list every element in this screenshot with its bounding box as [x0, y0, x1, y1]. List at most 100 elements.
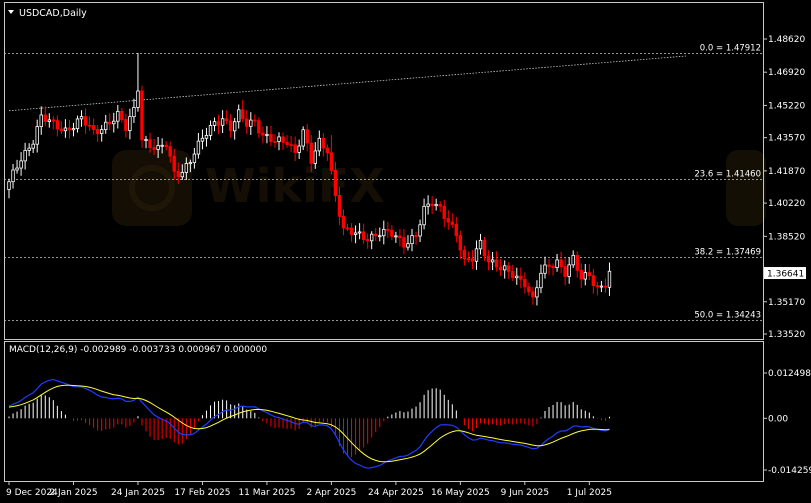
candle: [128, 108, 132, 140]
candle-body: [357, 231, 362, 234]
candle: [192, 148, 197, 169]
candle-body: [374, 233, 378, 237]
macd-panel-frame: [4, 341, 764, 482]
candle: [555, 253, 559, 272]
candle: [591, 268, 596, 294]
candle: [434, 198, 438, 211]
candle: [79, 110, 84, 127]
candle: [374, 228, 378, 241]
candle: [382, 220, 386, 245]
candle: [390, 225, 394, 241]
candle: [204, 127, 209, 147]
candle-body: [378, 235, 382, 238]
candle: [369, 231, 374, 250]
candle-body: [15, 167, 19, 171]
candle-body: [478, 239, 483, 250]
dropdown-triangle-icon[interactable]: [8, 10, 14, 14]
candle-body: [293, 144, 297, 153]
chart-canvas: WikiFX 0.0 = 1.47912 23.6 = 1.41460 38.2 =…: [4, 2, 811, 498]
candle-body: [128, 116, 132, 131]
candle: [31, 140, 35, 154]
candle: [349, 223, 354, 242]
candle: [527, 282, 531, 296]
candle: [599, 280, 604, 293]
candle: [361, 223, 366, 244]
candle: [132, 98, 136, 123]
candle-body: [192, 153, 197, 164]
candle: [19, 152, 23, 176]
macd-title: MACD(12,26,9) -0.002989 -0.003733 0.0009…: [9, 345, 267, 355]
time-axis[interactable]: 9 Dec 20242 Jan 2025 24 Jan 2025 17 Feb 20…: [6, 481, 612, 498]
candle: [241, 99, 245, 123]
candle-body: [386, 228, 390, 231]
price-tick-label: 1.41870: [768, 167, 805, 177]
candle-body: [369, 233, 374, 242]
candle-body: [164, 144, 168, 147]
trendline[interactable]: [8, 55, 687, 112]
watermark: WikiFX: [112, 150, 766, 226]
macd-tick-label: 0.012498: [768, 369, 811, 379]
candle-body: [212, 121, 217, 126]
time-tick-label: 1 Jul 2025: [567, 488, 612, 498]
symbol-title[interactable]: USDCAD,Daily: [19, 8, 87, 19]
candle-body: [454, 223, 459, 236]
candle: [293, 136, 297, 162]
candle-body: [547, 264, 551, 267]
candle-body: [116, 110, 120, 122]
macd-plot-area: [8, 378, 610, 469]
candle-body: [245, 118, 249, 127]
candle: [11, 163, 15, 189]
candle: [543, 256, 547, 279]
candle: [345, 223, 350, 232]
candle: [220, 110, 225, 133]
candle: [406, 235, 410, 251]
candle-body: [99, 129, 104, 134]
candle: [458, 230, 463, 259]
candle-body: [188, 162, 193, 165]
candle: [438, 201, 442, 213]
candle-body: [261, 132, 265, 136]
candle: [454, 217, 459, 243]
price-tick-label: 1.46920: [768, 68, 805, 78]
candle: [144, 135, 148, 149]
time-tick-label: 16 May 2025: [431, 488, 490, 498]
candle: [289, 135, 293, 152]
candle: [563, 257, 567, 286]
candle: [587, 264, 592, 281]
candle-body: [474, 248, 479, 262]
candle-body: [67, 127, 72, 131]
candle: [414, 231, 418, 245]
candle: [63, 119, 68, 138]
candle-body: [309, 142, 313, 164]
candle-body: [313, 150, 317, 164]
candle: [15, 159, 19, 174]
candle: [148, 132, 152, 153]
candle-body: [160, 144, 164, 147]
candle-body: [486, 255, 491, 263]
candle-body: [208, 125, 213, 136]
candle: [365, 233, 370, 249]
price-tick-label: 1.48620: [768, 35, 805, 45]
candle: [531, 286, 535, 305]
candle-body: [144, 139, 148, 141]
candle-body: [156, 145, 160, 150]
candle-body: [277, 136, 281, 142]
candle-body: [450, 221, 454, 225]
macd-lines: [8, 378, 610, 469]
candle-body: [402, 237, 406, 248]
candle: [511, 264, 515, 281]
candle-body: [490, 259, 495, 263]
candle-body: [398, 235, 402, 239]
candle: [567, 257, 571, 284]
candle: [490, 251, 495, 271]
candle-body: [180, 172, 184, 178]
candle: [164, 141, 168, 151]
candle-body: [140, 90, 144, 141]
trendline-layer: [8, 55, 687, 112]
candle-body: [482, 239, 487, 257]
candle: [124, 113, 128, 138]
candle: [575, 251, 579, 278]
candle: [386, 221, 390, 239]
time-tick-label: 24 Jan 2025: [111, 488, 165, 498]
candle-body: [305, 129, 309, 144]
